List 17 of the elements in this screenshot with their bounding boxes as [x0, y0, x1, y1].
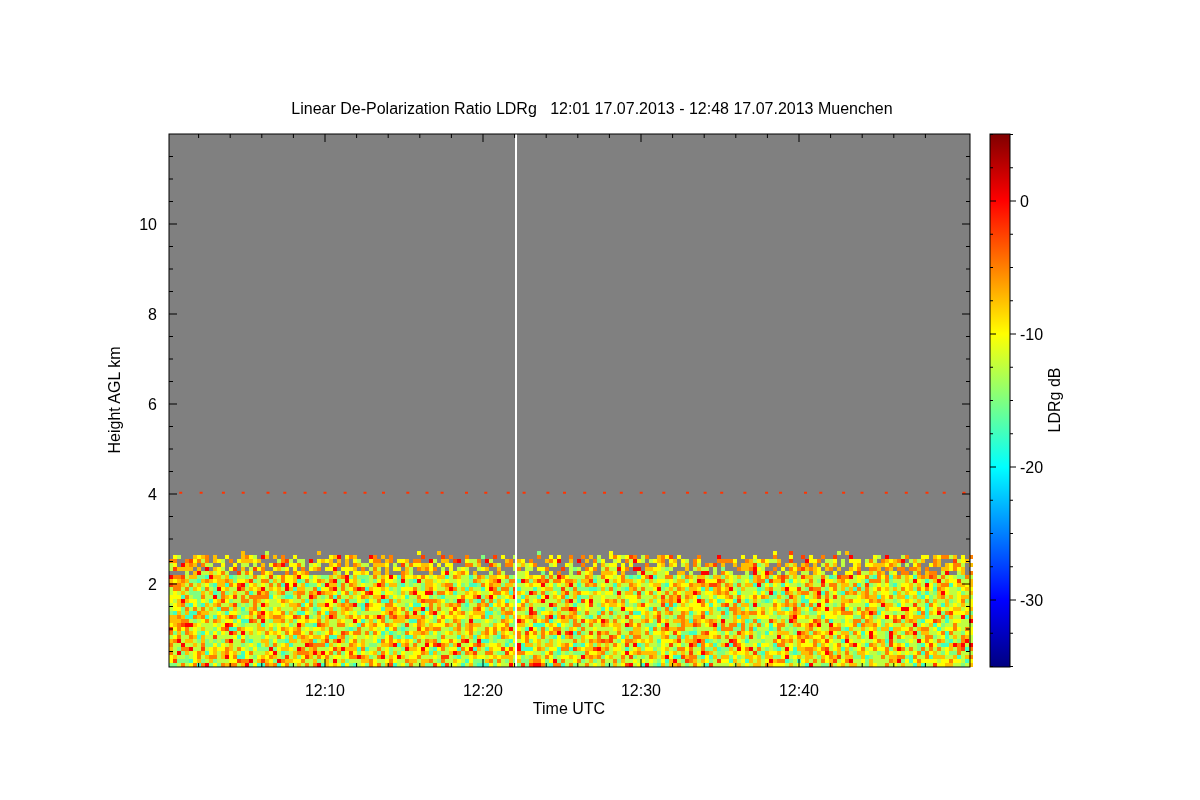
y-tick-label: 4	[148, 486, 157, 503]
x-tick-label: 12:10	[305, 682, 345, 699]
y-axis-label: Height AGL km	[106, 346, 123, 454]
chart-title: Linear De-Polarization Ratio LDRg 12:01 17.07.2013 - 12:48 17.07.2013 Muenchen	[291, 100, 893, 117]
colorbar-tick-label: -20	[1020, 459, 1044, 476]
y-tick-label: 8	[148, 306, 157, 323]
x-tick-label: 12:20	[463, 682, 503, 699]
colorbar-tick-label: -30	[1020, 592, 1044, 609]
x-tick-label: 12:40	[779, 682, 819, 699]
colorbar-tick-label: 0	[1020, 193, 1029, 210]
x-axis-label: Time UTC	[532, 700, 606, 717]
y-tick-label: 6	[148, 396, 157, 413]
colorbar-tick-label: -10	[1020, 326, 1044, 343]
colorbar-label: LDRg dB	[1046, 367, 1063, 433]
x-tick-label: 12:30	[621, 682, 661, 699]
y-tick-label: 10	[139, 216, 157, 233]
y-tick-label: 2	[148, 576, 157, 593]
